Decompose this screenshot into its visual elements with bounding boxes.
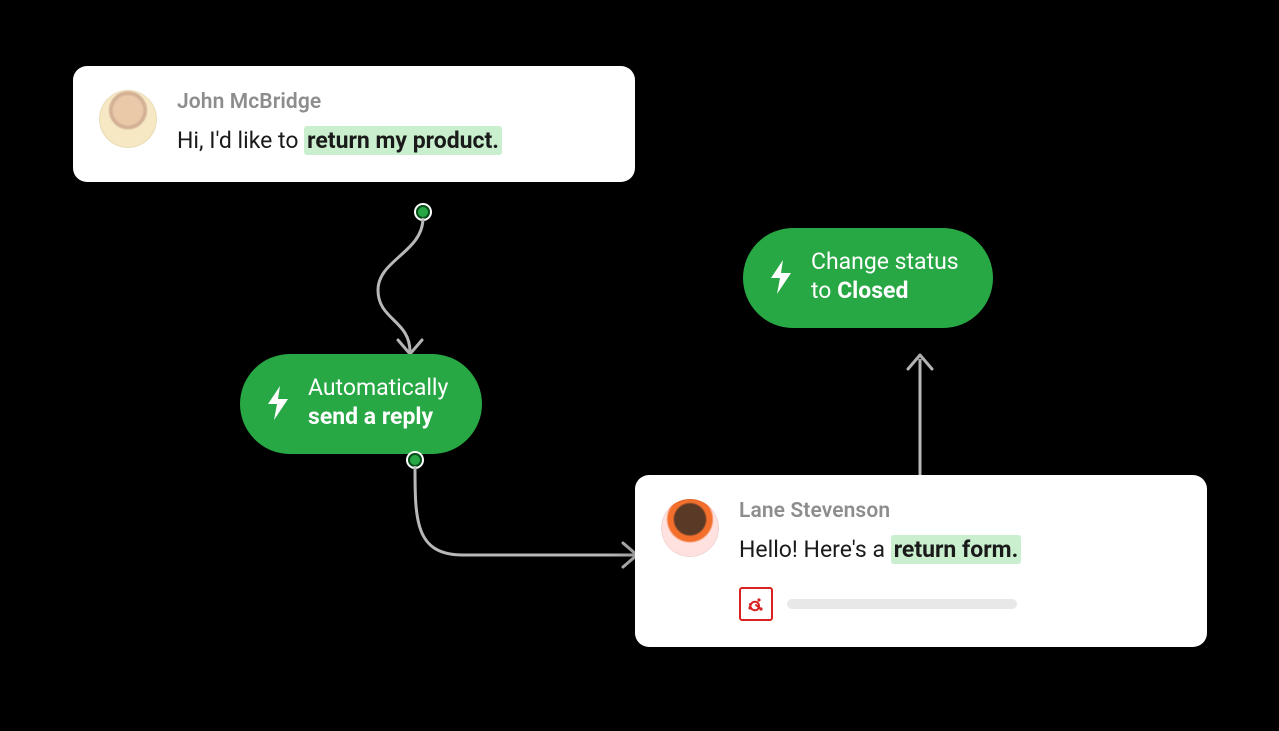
change-status-action: Change status to Closed xyxy=(743,228,993,328)
message-text: Hello! Here's a return form. xyxy=(739,535,1021,565)
author-name: Lane Stevenson xyxy=(739,499,1021,523)
message-prefix: Hi, I'd like to xyxy=(177,127,304,154)
attachment-placeholder xyxy=(787,599,1017,609)
lightning-icon xyxy=(769,260,793,294)
connector-arrow-3 xyxy=(900,345,960,485)
customer-message-card: John McBridge Hi, I'd like to return my … xyxy=(73,66,635,182)
lightning-icon xyxy=(266,386,290,420)
line2-prefix: to xyxy=(811,277,837,304)
attachment-row xyxy=(739,587,1021,621)
connector-arrow-2 xyxy=(405,460,655,580)
author-name: John McBridge xyxy=(177,90,502,114)
connector-dot xyxy=(416,205,430,219)
action-line-1: Change status xyxy=(811,248,959,277)
avatar xyxy=(99,90,157,148)
connector-arrow-1 xyxy=(360,212,480,362)
message-text: Hi, I'd like to return my product. xyxy=(177,126,502,156)
highlighted-phrase: return my product. xyxy=(304,126,502,155)
connector-dot xyxy=(408,453,422,467)
status-value: Closed xyxy=(837,277,908,304)
auto-reply-action: Automatically send a reply xyxy=(240,354,482,454)
action-line-2: send a reply xyxy=(308,403,448,432)
action-line-2: to Closed xyxy=(811,277,959,306)
avatar xyxy=(661,499,719,557)
message-prefix: Hello! Here's a xyxy=(739,536,891,563)
agent-reply-card: Lane Stevenson Hello! Here's a return fo… xyxy=(635,475,1207,647)
action-line-1: Automatically xyxy=(308,374,448,403)
highlighted-phrase: return form. xyxy=(891,535,1022,564)
pdf-icon xyxy=(739,587,773,621)
